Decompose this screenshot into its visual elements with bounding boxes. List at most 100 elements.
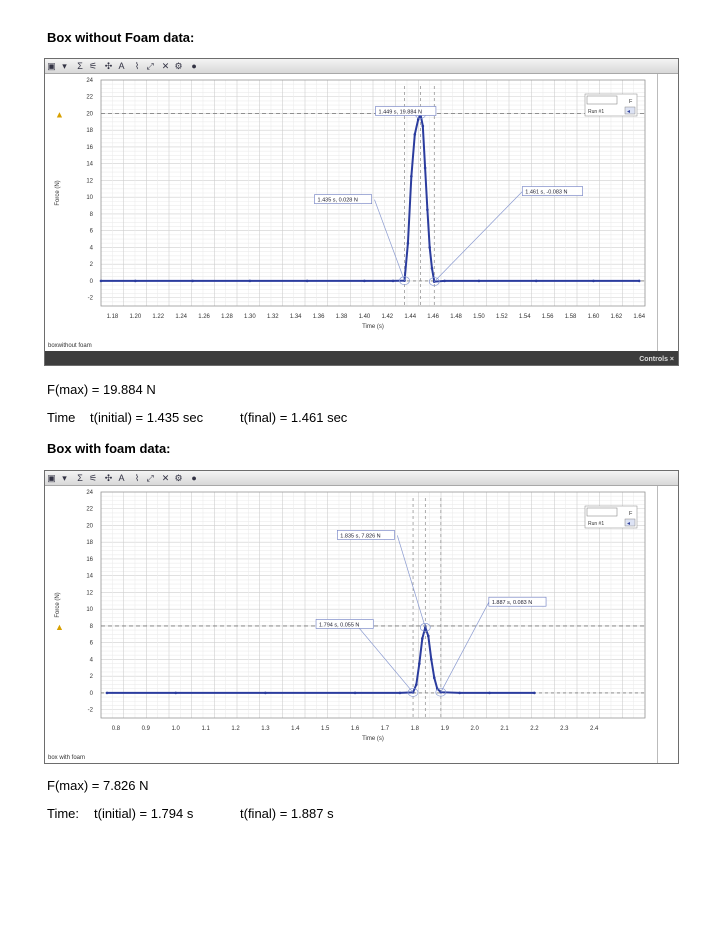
data-point [423, 166, 427, 170]
y-tick-label: 18 [86, 128, 93, 134]
data-point [363, 279, 366, 283]
data-point [477, 279, 481, 283]
x-tick-label: 1.18 [107, 314, 119, 320]
x-tick-label: 1.42 [381, 314, 393, 320]
time-label-1: Time [47, 410, 76, 425]
fit-icon[interactable]: ⌇ [132, 61, 143, 71]
x-tick-label: 1.44 [404, 314, 416, 320]
data-point [248, 279, 252, 283]
y-tick-label: 22 [86, 507, 93, 513]
data-point [410, 174, 413, 178]
warning-icon: ▲ [55, 622, 64, 632]
x-tick-label: 2.4 [590, 726, 599, 732]
y-tick-label: 12 [86, 590, 93, 596]
y-tick-label: 2 [90, 262, 94, 268]
zoom-icon[interactable]: ⤢ [145, 473, 156, 483]
y-tick-label: 12 [86, 178, 93, 184]
delete-icon[interactable]: ✕ [160, 61, 171, 71]
t-initial-1: t(initial) = 1.435 sec [90, 410, 204, 425]
data-point [418, 662, 421, 665]
t-final-1: t(final) = 1.461 sec [240, 410, 348, 425]
y-tick-label: 8 [90, 624, 94, 630]
x-tick-label: 1.40 [359, 314, 371, 320]
data-point [398, 691, 402, 695]
settings-icon[interactable]: ⚙ [173, 473, 184, 483]
x-tick-label: 2.3 [560, 726, 569, 732]
fmax-2: F(max) = 7.826 N [47, 778, 149, 793]
annotate-icon[interactable]: A [116, 61, 127, 71]
y-tick-label: 14 [86, 162, 93, 168]
data-point [406, 241, 410, 245]
examine-icon[interactable]: ✣ [103, 61, 114, 71]
x-tick-label: 0.9 [142, 726, 151, 732]
annotation-leader [440, 602, 490, 693]
y-tick-label: 16 [86, 145, 93, 151]
graph-panel: 24 22 20 18 16 14 12 10 8 6 4 2 0 -2 0.8 0.9 1.0 1.1 1.2 1.… [45, 486, 657, 763]
time-label-2: Time: [47, 806, 80, 821]
graph-icon[interactable]: ▣ [46, 473, 57, 483]
x-tick-label: 1.50 [473, 314, 485, 320]
select-icon[interactable]: ▾ [59, 61, 70, 71]
y-tick-label: -2 [88, 296, 94, 302]
graph-toolbar: ▣ ▾ Σ ⚟ ✣ A ⌇ ⤢ ✕ ⚙ ● [45, 59, 678, 74]
annotation-label: 1.461 s, -0.083 N [525, 190, 567, 196]
data-point [174, 691, 178, 695]
zoom-icon[interactable]: ⤢ [145, 61, 156, 71]
x-tick-label: 1.7 [381, 726, 390, 732]
data-point [592, 279, 595, 283]
record-icon[interactable]: ● [189, 61, 200, 71]
run-color-swatch [586, 95, 618, 105]
section1-heading: Box without Foam data: [47, 30, 195, 45]
x-tick-label: 1.24 [175, 314, 187, 320]
data-point [134, 279, 137, 283]
y-tick-label: 10 [86, 195, 93, 201]
controls-button[interactable]: Controls × [639, 356, 674, 363]
y-tick-label: 20 [86, 111, 93, 117]
x-axis-label: Time (s) [362, 324, 384, 330]
select-icon[interactable]: ▾ [59, 473, 70, 483]
t-initial-2: t(initial) = 1.794 s [94, 806, 194, 821]
y-tick-label: 14 [86, 574, 93, 580]
annotation-label: 1.435 s, 0.028 N [317, 198, 357, 204]
fit-icon[interactable]: ⌇ [132, 473, 143, 483]
x-tick-label: 1.5 [321, 726, 330, 732]
x-tick-label: 0.8 [112, 726, 121, 732]
y-tick-label: 22 [86, 95, 93, 101]
x-axis-label: Time (s) [362, 736, 384, 742]
tangent-icon[interactable]: ⚟ [88, 61, 99, 71]
data-point [443, 279, 446, 283]
x-tick-label: 1.6 [351, 726, 360, 732]
x-tick-label: 1.30 [244, 314, 256, 320]
force-time-chart-2: 242220181614121086420-20.8 0.9 1.0 1.1 1.2 1.… [55, 490, 646, 742]
stats-icon[interactable]: Σ [75, 473, 86, 483]
x-tick-label: 1.64 [633, 314, 645, 320]
x-tick-label: 1.20 [130, 314, 142, 320]
data-point [430, 267, 434, 270]
y-tick-label: 24 [86, 490, 93, 496]
y-tick-label: 20 [86, 523, 93, 529]
x-tick-label: 1.38 [336, 314, 348, 320]
record-icon[interactable]: ● [189, 473, 200, 483]
annotate-icon[interactable]: A [116, 473, 127, 483]
annotation-label: 1.887 s, 0.083 N [492, 600, 532, 606]
stats-icon[interactable]: Σ [75, 61, 86, 71]
graph-toolbar: ▣ ▾ Σ ⚟ ✣ A ⌇ ⤢ ✕ ⚙ ● [45, 471, 678, 486]
y-tick-label: 2 [90, 674, 94, 680]
x-tick-label: 1.58 [565, 314, 577, 320]
fmax-1: F(max) = 19.884 N [47, 382, 156, 397]
settings-icon[interactable]: ⚙ [173, 61, 184, 71]
data-point [105, 691, 109, 695]
tangent-icon[interactable]: ⚟ [88, 473, 99, 483]
t-final-2: t(final) = 1.887 s [240, 806, 334, 821]
examine-icon[interactable]: ✣ [103, 473, 114, 483]
delete-icon[interactable]: ✕ [160, 473, 171, 483]
data-point [421, 637, 424, 640]
data-point [637, 279, 641, 283]
x-tick-label: 1.1 [201, 726, 210, 732]
x-tick-label: 1.8 [411, 726, 420, 732]
run-label: Run #1 [588, 109, 604, 115]
data-point [264, 691, 267, 695]
graph-icon[interactable]: ▣ [46, 61, 57, 71]
y-tick-label: 18 [86, 540, 93, 546]
x-tick-label: 1.36 [313, 314, 325, 320]
